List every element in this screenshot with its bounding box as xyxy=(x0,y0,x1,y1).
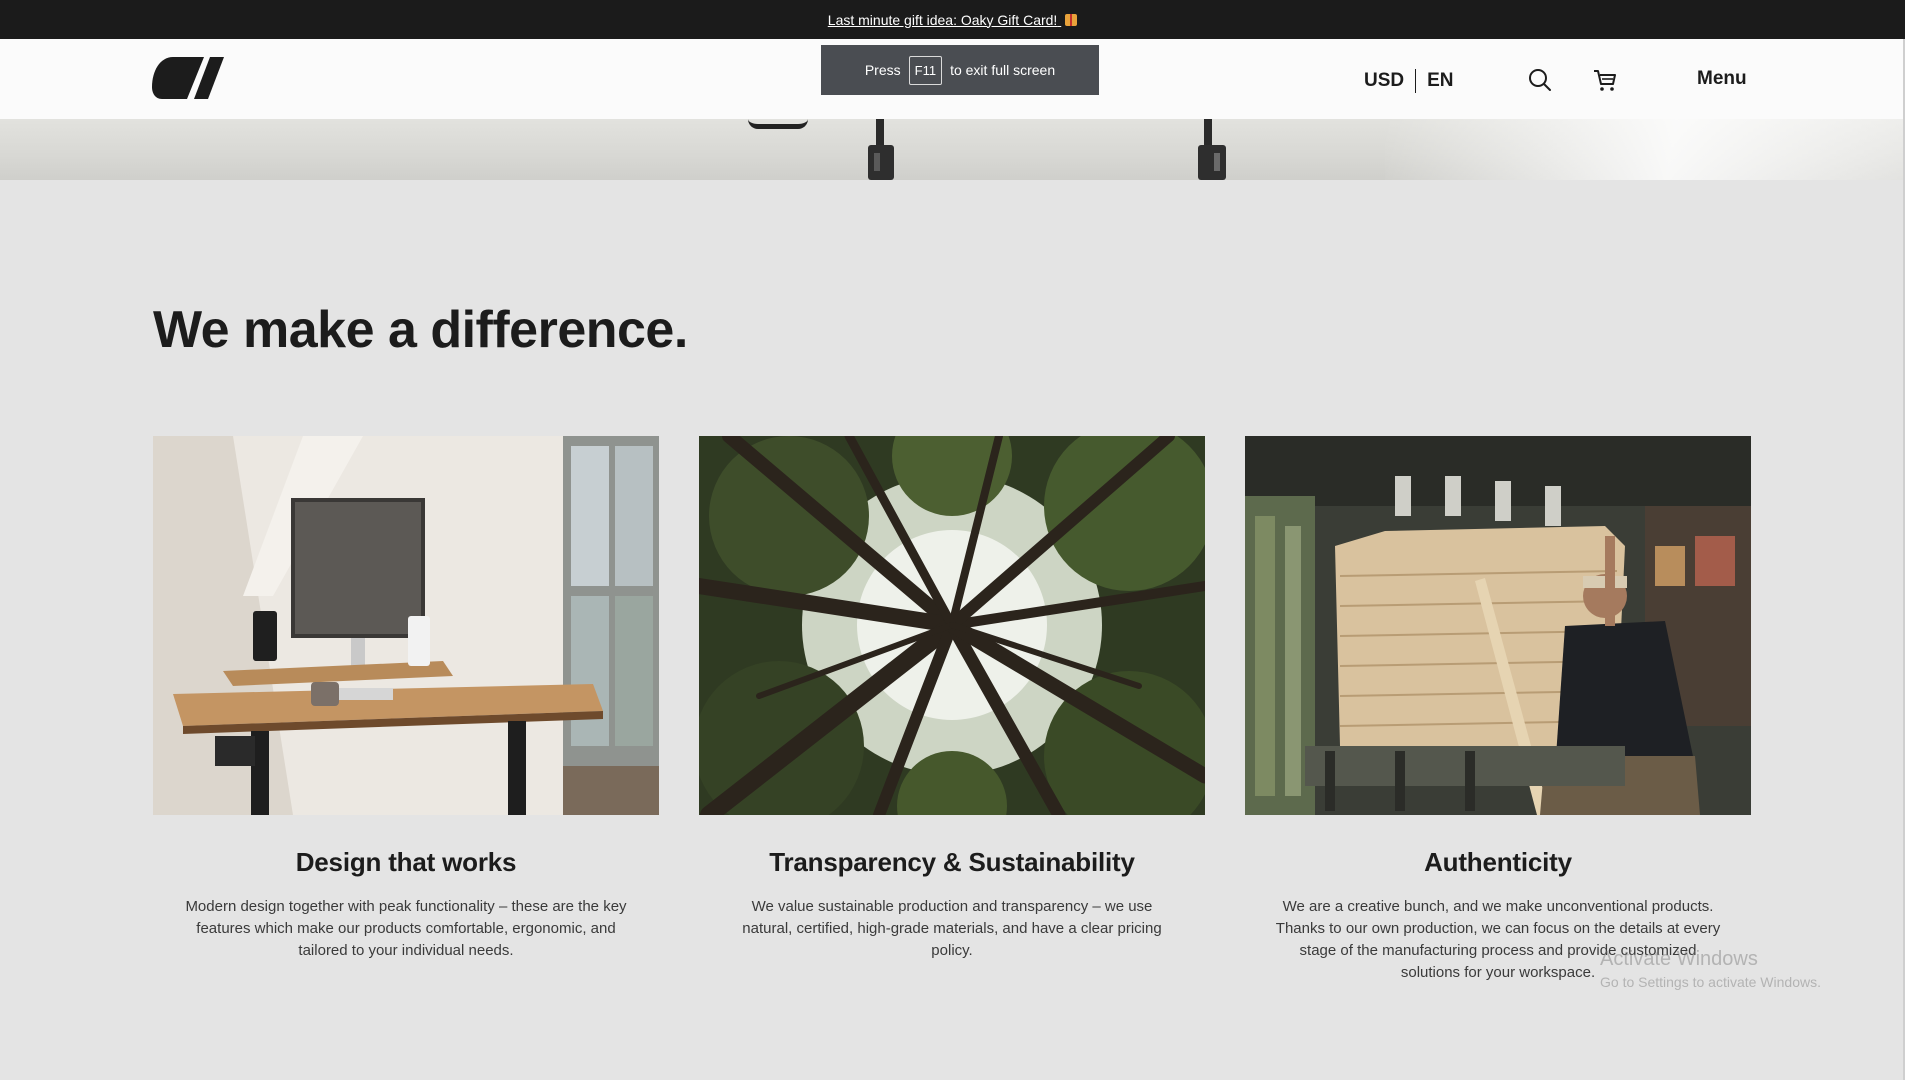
workshop-photo xyxy=(1245,436,1751,815)
gift-icon xyxy=(1065,13,1078,26)
announcement-text: Last minute gift idea: Oaky Gift Card! xyxy=(827,11,1058,28)
section-title: We make a difference. xyxy=(153,301,688,359)
search-icon[interactable] xyxy=(1527,67,1553,93)
announcement-link[interactable]: Last minute gift idea: Oaky Gift Card! xyxy=(827,11,1078,28)
language-selector[interactable]: EN xyxy=(1427,70,1453,92)
card-title: Transparency & Sustainability xyxy=(769,847,1135,877)
hero-light-glow xyxy=(1385,119,1905,180)
card-text: Modern design together with peak functio… xyxy=(185,898,627,959)
card-title: Authenticity xyxy=(1424,847,1572,877)
locale-switcher: USD EN xyxy=(1364,69,1454,93)
menu-button[interactable]: Menu xyxy=(1697,68,1747,90)
windows-activation-watermark: Activate Windows Go to Settings to activ… xyxy=(1600,948,1821,990)
hero-cable xyxy=(748,119,808,129)
value-card-design: Design that works Modern design together… xyxy=(153,436,659,962)
fullscreen-key: F11 xyxy=(908,55,943,85)
announcement-bar: Last minute gift idea: Oaky Gift Card! xyxy=(0,0,1905,39)
watermark-title: Activate Windows xyxy=(1600,948,1758,970)
value-card-sustainability: Transparency & Sustainability We value s… xyxy=(699,436,1205,962)
desk-photo xyxy=(153,436,659,815)
card-title: Design that works xyxy=(295,847,517,877)
card-text: We value sustainable production and tran… xyxy=(742,898,1162,959)
value-card-authenticity: Authenticity We are a creative bunch, an… xyxy=(1245,436,1751,984)
currency-selector[interactable]: USD xyxy=(1364,70,1404,92)
locale-divider xyxy=(1415,69,1417,93)
desk-leg-left xyxy=(868,119,894,180)
site-header: Press F11 to exit full screen USD EN Men… xyxy=(0,39,1905,119)
cart-icon[interactable] xyxy=(1592,67,1618,93)
page: Last minute gift idea: Oaky Gift Card! P… xyxy=(0,0,1905,1080)
watermark-subtitle: Go to Settings to activate Windows. xyxy=(1600,974,1821,990)
fullscreen-notice: Press F11 to exit full screen xyxy=(821,45,1099,95)
logo-icon[interactable] xyxy=(152,57,224,99)
fullscreen-notice-suffix: to exit full screen xyxy=(950,62,1056,78)
desk-leg-right xyxy=(1198,119,1226,180)
forest-photo xyxy=(699,436,1205,815)
hero-image xyxy=(0,119,1905,180)
fullscreen-notice-prefix: Press xyxy=(864,62,901,78)
